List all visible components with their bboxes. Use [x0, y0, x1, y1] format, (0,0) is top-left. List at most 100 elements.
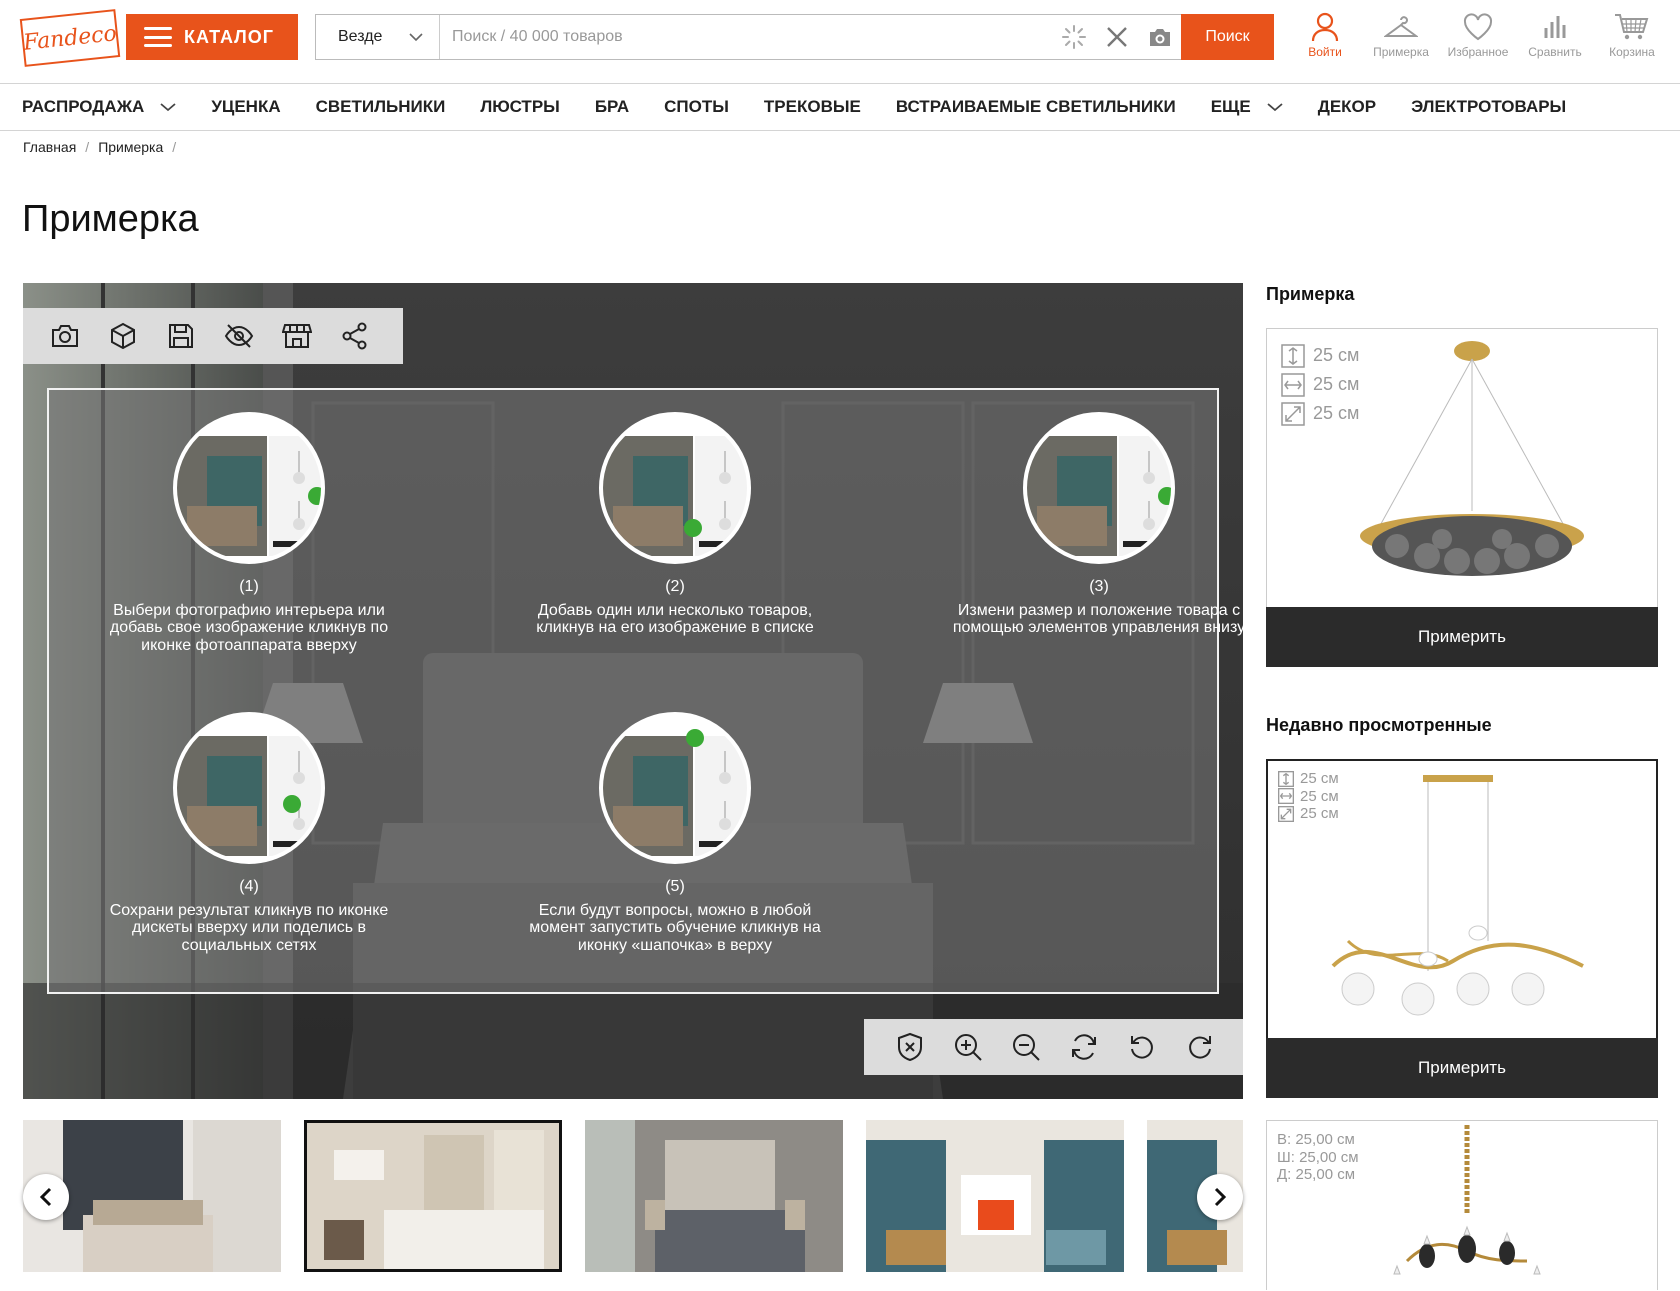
tutorial-step-number: (3): [1089, 578, 1109, 595]
breadcrumb-current[interactable]: Примерка: [98, 139, 163, 155]
nav-item-label: ЛЮСТРЫ: [480, 97, 560, 116]
login-label: Войти: [1308, 45, 1342, 59]
nav-item[interactable]: ТРЕКОВЫЕ: [764, 97, 861, 117]
tutorial-overlay[interactable]: (1) Выбери фотографию интерьера или добав…: [47, 388, 1243, 994]
pendant-lamp-image: [1331, 775, 1584, 1016]
width-icon: [1278, 788, 1294, 805]
interior-thumbnail-selected[interactable]: [304, 1120, 562, 1272]
save-icon[interactable]: [165, 320, 197, 352]
tryon-product-card[interactable]: 25 см 25 см 25 см: [1266, 328, 1658, 610]
breadcrumb-separator: /: [85, 139, 90, 155]
compare-link[interactable]: Сравнить: [1517, 12, 1593, 59]
menu-icon: [144, 27, 172, 47]
nav-item-label: СПОТЫ: [664, 97, 729, 116]
tutorial-step-number: (1): [239, 578, 259, 595]
search-input[interactable]: [440, 15, 1061, 59]
nav-item[interactable]: РАСПРОДАЖА: [22, 97, 176, 117]
favorites-label: Избранное: [1447, 45, 1509, 59]
height-icon: [1281, 343, 1305, 368]
login-button[interactable]: Войти: [1287, 12, 1363, 59]
thumbnails-next-button[interactable]: [1197, 1174, 1243, 1220]
search-button[interactable]: Поиск: [1181, 14, 1274, 60]
compare-label: Сравнить: [1528, 45, 1582, 59]
try-on-button[interactable]: Примерить: [1266, 607, 1658, 667]
store-icon[interactable]: [281, 320, 313, 352]
search-scope-value: Везде: [338, 28, 383, 45]
nav-item[interactable]: УЦЕНКА: [211, 97, 280, 117]
camera-icon[interactable]: [49, 320, 81, 352]
zoom-out-icon[interactable]: [1010, 1031, 1042, 1063]
main-nav: РАСПРОДАЖА УЦЕНКА СВЕТИЛЬНИКИ ЛЮСТРЫ БРА СПОТ…: [0, 84, 1680, 131]
candle-chandelier-image: [1393, 1125, 1541, 1275]
refresh-icon[interactable]: [1068, 1031, 1100, 1063]
search-button-label: Поиск: [1205, 28, 1250, 45]
nav-item[interactable]: ЭЛЕКТРОТОВАРЫ: [1411, 97, 1566, 117]
logo[interactable]: Fandeco: [19, 9, 121, 67]
product-dimensions: В: 25,00 см Ш: 25,00 см Д: 25,00 см: [1277, 1131, 1359, 1184]
tutorial-step-text: Если будут вопросы, можно в любой момент…: [529, 901, 821, 954]
loading-spinner-icon: [1062, 25, 1086, 49]
nav-item-label: ВСТРАИВАЕМЫЕ СВЕТИЛЬНИКИ: [895, 97, 1176, 116]
cart-link[interactable]: Корзина: [1594, 12, 1670, 59]
tutorial-step-number: (5): [665, 878, 685, 895]
chevron-right-icon: [1214, 1187, 1227, 1207]
tryon-link[interactable]: Примерка: [1363, 12, 1439, 59]
tutorial-step: (4) Сохрани результат кликнув по иконке д…: [99, 712, 399, 954]
nav-item-label: БРА: [594, 97, 630, 116]
share-icon[interactable]: [339, 320, 371, 352]
nav-item[interactable]: ВСТРАИВАЕМЫЕ СВЕТИЛЬНИКИ: [896, 97, 1176, 117]
viewer-top-toolbar: [23, 308, 403, 364]
photo-search-icon[interactable]: [1147, 25, 1173, 49]
cart-icon: [1615, 14, 1649, 40]
catalog-button[interactable]: КАТАЛОГ: [126, 14, 298, 60]
interior-thumbnail[interactable]: [866, 1120, 1124, 1272]
nav-item[interactable]: БРА: [595, 97, 629, 117]
breadcrumb-separator: /: [172, 139, 177, 155]
nav-item[interactable]: ЛЮСТРЫ: [480, 97, 559, 117]
compare-icon: [1544, 16, 1566, 38]
try-on-button[interactable]: Примерить: [1266, 1038, 1658, 1098]
catalog-label: КАТАЛОГ: [184, 26, 275, 47]
nav-item[interactable]: СВЕТИЛЬНИКИ: [316, 97, 446, 117]
recent-product-card[interactable]: В: 25,00 см Ш: 25,00 см Д: 25,00 см: [1266, 1120, 1658, 1290]
nav-item[interactable]: СПОТЫ: [664, 97, 729, 117]
depth-icon: [1281, 401, 1305, 426]
cube-icon[interactable]: [107, 320, 139, 352]
shield-x-icon[interactable]: [894, 1031, 926, 1063]
page-title: Примерка: [22, 198, 199, 240]
breadcrumb-home[interactable]: Главная: [23, 139, 76, 155]
heart-icon: [1463, 13, 1493, 41]
nav-item[interactable]: ЕЩЕ: [1211, 97, 1283, 117]
chevron-down-icon: [409, 33, 423, 42]
interior-thumbnails: [23, 1120, 1243, 1272]
zoom-in-icon[interactable]: [952, 1031, 984, 1063]
user-icon: [1311, 12, 1339, 42]
eye-off-icon[interactable]: [223, 320, 255, 352]
cart-label: Корзина: [1609, 45, 1655, 59]
viewer-bottom-toolbar: [864, 1019, 1243, 1075]
tutorial-step-illustration: [1023, 412, 1175, 564]
tutorial-step-number: (4): [239, 878, 259, 895]
tryon-label: Примерка: [1373, 45, 1429, 59]
height-icon: [1278, 770, 1294, 787]
rotate-right-icon[interactable]: [1184, 1031, 1216, 1063]
interior-thumbnail[interactable]: [585, 1120, 843, 1272]
chevron-down-icon: [160, 103, 176, 112]
nav-item-label: СВЕТИЛЬНИКИ: [315, 97, 446, 116]
rotate-left-icon[interactable]: [1126, 1031, 1158, 1063]
tryon-viewer[interactable]: (1) Выбери фотографию интерьера или добав…: [23, 283, 1243, 1099]
favorites-link[interactable]: Избранное: [1440, 12, 1516, 59]
clear-icon[interactable]: [1105, 25, 1129, 49]
breadcrumb: Главная / Примерка /: [23, 139, 176, 155]
nav-item[interactable]: ДЕКОР: [1318, 97, 1376, 117]
depth-value: Д: 25,00 см: [1277, 1166, 1356, 1183]
tutorial-step-illustration: [173, 412, 325, 564]
tryon-section-title: Примерка: [1266, 284, 1355, 304]
try-on-label: Примерить: [1418, 627, 1506, 646]
height-value: В: 25,00 см: [1277, 1131, 1355, 1148]
search-scope-select[interactable]: Везде: [316, 15, 440, 59]
nav-item-label: ЕЩЕ: [1210, 97, 1251, 116]
thumbnails-prev-button[interactable]: [23, 1174, 69, 1220]
chevron-left-icon: [39, 1187, 52, 1207]
recent-product-card[interactable]: 25 см 25 см 25 см: [1266, 759, 1658, 1040]
